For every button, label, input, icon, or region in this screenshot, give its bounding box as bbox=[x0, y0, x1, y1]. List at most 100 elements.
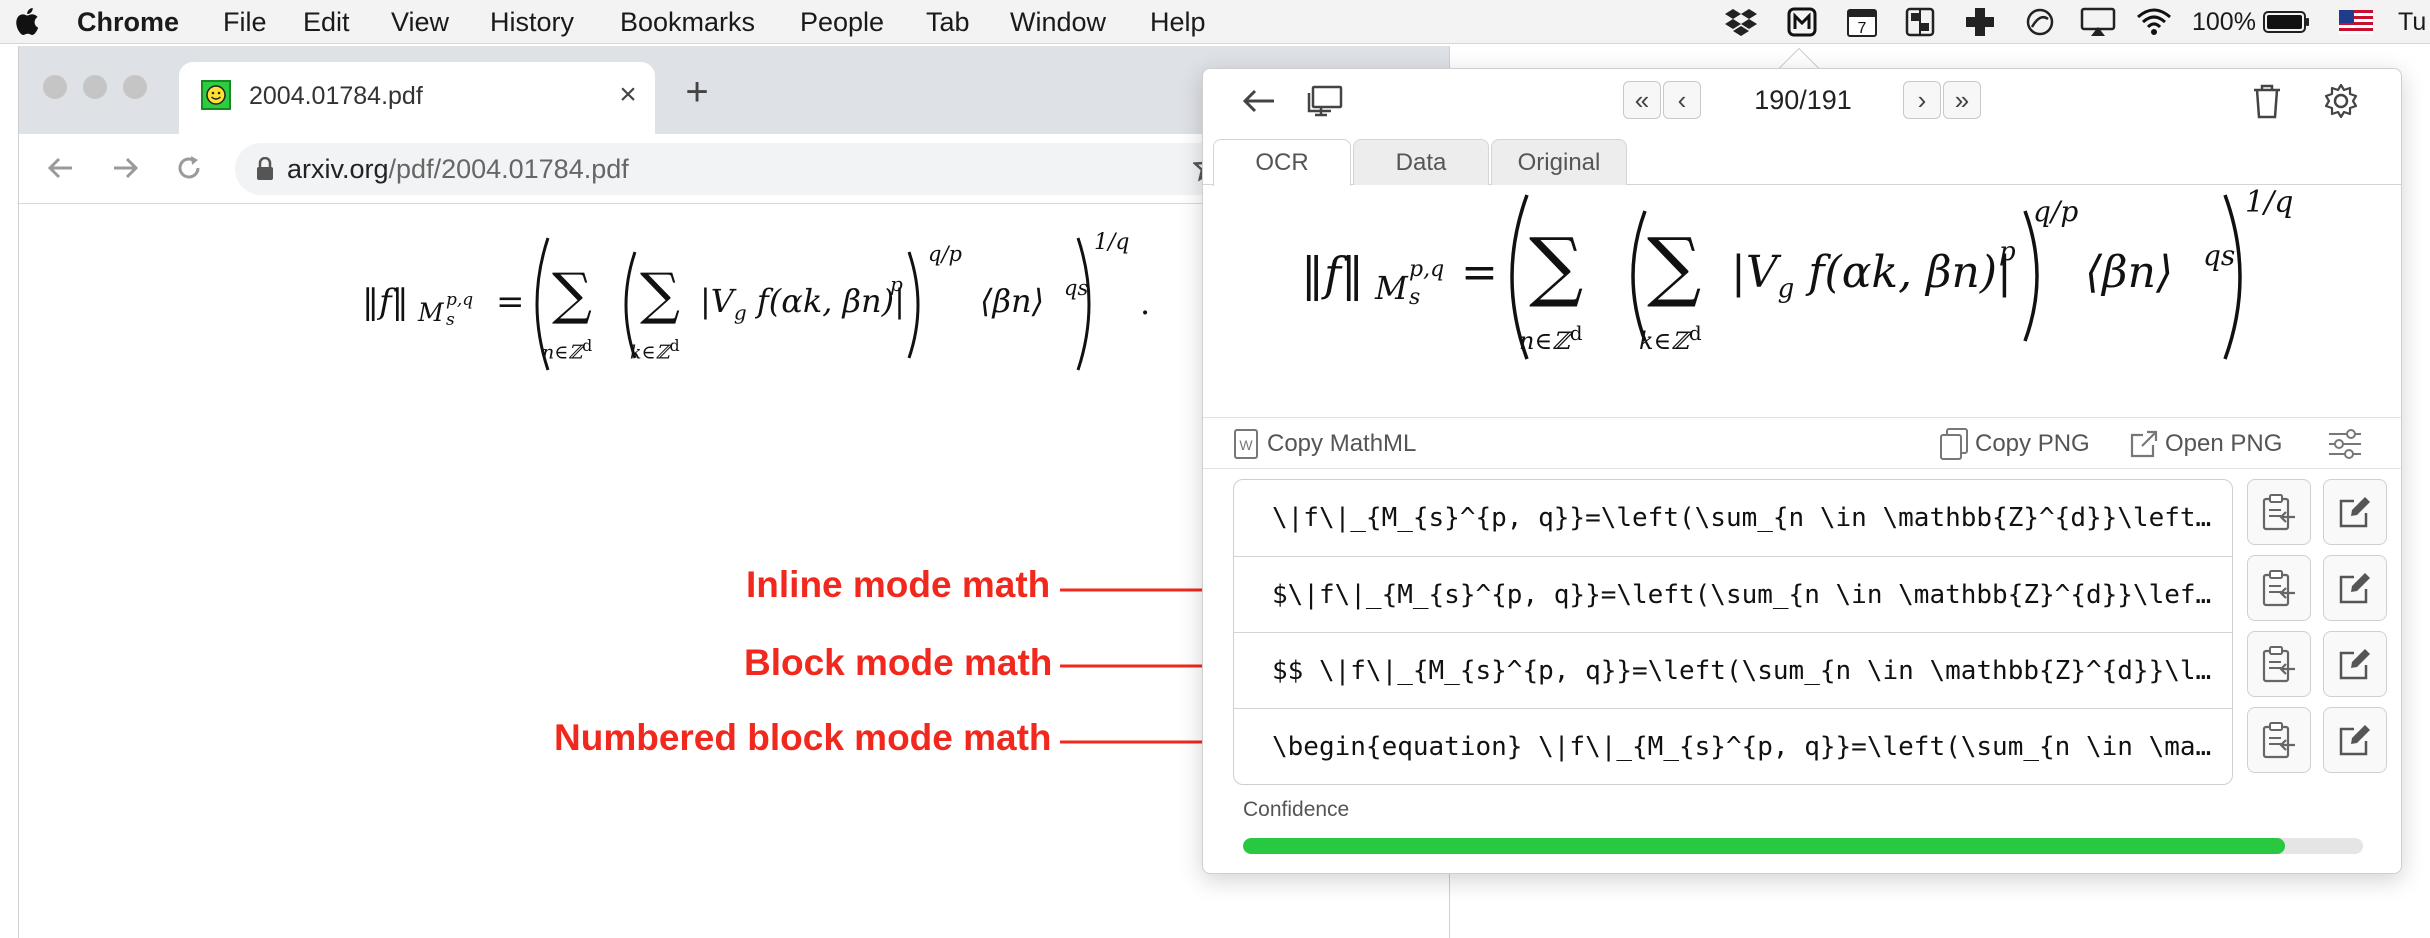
screen-capture-icon[interactable] bbox=[1305, 83, 1345, 119]
menu-bar: Chrome File Edit View History Bookmarks … bbox=[0, 0, 2430, 44]
copy-to-clipboard-button[interactable] bbox=[2247, 631, 2311, 697]
formula-exp-qp: q/p bbox=[928, 242, 962, 266]
annotation-block: Block mode math bbox=[744, 642, 1053, 683]
copy-to-clipboard-button[interactable] bbox=[2247, 479, 2311, 545]
latex-numbered[interactable]: \begin{equation} \|f\|_{M_{s}^{p, q}}=\l… bbox=[1272, 709, 2222, 784]
formula-norm-sup: p,q bbox=[446, 290, 474, 310]
close-tab-icon[interactable]: × bbox=[615, 80, 641, 110]
sliders-icon bbox=[2329, 429, 2361, 459]
mathpix-icon[interactable] bbox=[1782, 0, 1822, 44]
formula-sum-inner-index: k∈ℤd bbox=[630, 336, 680, 364]
copy-png-button[interactable]: Copy PNG bbox=[1939, 418, 2090, 470]
apple-icon[interactable] bbox=[12, 4, 40, 38]
page-counter: 190/191 bbox=[1754, 85, 1852, 115]
menu-user[interactable]: Tu bbox=[2398, 0, 2426, 44]
edit-icon bbox=[2339, 725, 2370, 756]
first-page-button[interactable]: « bbox=[1623, 81, 1661, 119]
latex-inline[interactable]: $\|f\|_{M_{s}^{p, q}}=\left(\sum_{n \in … bbox=[1272, 557, 2222, 633]
copy-mathml-label: Copy MathML bbox=[1267, 430, 1417, 457]
snip-popup: « ‹ 190/191 › » OCR Data Original ‖f‖ M … bbox=[1202, 68, 2402, 874]
battery-icon[interactable] bbox=[2260, 0, 2314, 44]
formula-norm: ‖f‖ bbox=[362, 282, 409, 322]
window-manager-icon[interactable] bbox=[1900, 0, 1940, 44]
result-row-block[interactable]: $$ \|f\|_{M_{s}^{p, q}}=\left(\sum_{n \i… bbox=[1234, 632, 2232, 708]
edit-button[interactable] bbox=[2323, 631, 2387, 697]
dropbox-icon[interactable] bbox=[1722, 0, 1760, 44]
copy-to-clipboard-button[interactable] bbox=[2247, 555, 2311, 621]
edit-button[interactable] bbox=[2323, 555, 2387, 621]
reload-icon[interactable] bbox=[169, 148, 209, 188]
result-row-plain[interactable]: \|f\|_{M_{s}^{p, q}}=\left(\sum_{n \in \… bbox=[1234, 480, 2232, 556]
tab-original[interactable]: Original bbox=[1491, 139, 1627, 185]
svg-text:W: W bbox=[1239, 437, 1253, 453]
formula-period: . bbox=[1140, 284, 1151, 322]
copy-to-clipboard-button[interactable] bbox=[2247, 707, 2311, 773]
next-page-button[interactable]: › bbox=[1903, 81, 1941, 119]
calendar-icon[interactable]: 7 bbox=[1842, 0, 1882, 44]
menu-history[interactable]: History bbox=[490, 0, 574, 44]
close-window-button[interactable] bbox=[43, 75, 67, 99]
formula-body: |Vg f(αk, βn)| bbox=[700, 282, 905, 325]
menu-view[interactable]: View bbox=[391, 0, 449, 44]
tab-title: 2004.01784.pdf bbox=[249, 82, 423, 110]
battery-percent: 100% bbox=[2192, 8, 2256, 36]
external-link-icon bbox=[2130, 430, 2158, 458]
open-png-label: Open PNG bbox=[2165, 430, 2283, 457]
menu-people[interactable]: People bbox=[800, 0, 884, 44]
preview-sum-outer: ∑ bbox=[1529, 221, 1584, 310]
prev-page-button[interactable]: ‹ bbox=[1663, 81, 1701, 119]
menu-app-name[interactable]: Chrome bbox=[77, 0, 179, 44]
sync-icon[interactable] bbox=[2020, 0, 2060, 44]
us-flag-icon[interactable] bbox=[2336, 0, 2376, 44]
edit-button[interactable] bbox=[2323, 479, 2387, 545]
tab-ocr[interactable]: OCR bbox=[1213, 139, 1351, 186]
gear-icon[interactable] bbox=[2321, 81, 2361, 121]
formula-exp-1q: 1/q bbox=[1094, 230, 1130, 255]
preview-exp-qp: q/p bbox=[2033, 195, 2079, 228]
menu-help[interactable]: Help bbox=[1150, 0, 1206, 44]
last-page-button[interactable]: » bbox=[1943, 81, 1981, 119]
sliders-settings-button[interactable] bbox=[2327, 418, 2369, 470]
calendar-day: 7 bbox=[1858, 20, 1867, 37]
latex-block[interactable]: $$ \|f\|_{M_{s}^{p, q}}=\left(\sum_{n \i… bbox=[1272, 633, 2222, 709]
copy-png-label: Copy PNG bbox=[1975, 430, 2090, 457]
preview-beta-n: ⟨βn⟩ bbox=[2085, 247, 2174, 298]
trash-icon[interactable] bbox=[2247, 81, 2287, 121]
preview-norm-subs: s bbox=[1409, 285, 1421, 310]
result-row-inline[interactable]: $\|f\|_{M_{s}^{p, q}}=\left(\sum_{n \in … bbox=[1234, 556, 2232, 632]
annotation-numbered: Numbered block mode math bbox=[554, 717, 1052, 758]
formula-sum-outer-index: n∈ℤd bbox=[542, 336, 593, 364]
minimize-window-button[interactable] bbox=[83, 75, 107, 99]
zoom-window-button[interactable] bbox=[123, 75, 147, 99]
latex-results: \|f\|_{M_{s}^{p, q}}=\left(\sum_{n \in \… bbox=[1233, 479, 2233, 785]
clipboard-icon bbox=[2262, 570, 2295, 607]
copy-mathml-button[interactable]: W Copy MathML bbox=[1233, 418, 1416, 470]
menu-bookmarks[interactable]: Bookmarks bbox=[620, 0, 755, 44]
airplay-icon[interactable] bbox=[2076, 0, 2120, 44]
result-row-numbered[interactable]: \begin{equation} \|f\|_{M_{s}^{p, q}}=\l… bbox=[1234, 708, 2232, 784]
formula-beta-n: ⟨βn⟩ bbox=[980, 282, 1045, 320]
copy-document-icon bbox=[1940, 428, 1968, 460]
back-arrow-icon[interactable] bbox=[41, 148, 81, 188]
menu-tab[interactable]: Tab bbox=[926, 0, 970, 44]
url-text[interactable]: arxiv.org/pdf/2004.01784.pdf bbox=[287, 143, 629, 195]
edit-button[interactable] bbox=[2323, 707, 2387, 773]
back-arrow-icon[interactable] bbox=[1239, 83, 1279, 119]
new-tab-icon[interactable]: + bbox=[679, 72, 715, 112]
forward-arrow-icon[interactable] bbox=[105, 148, 145, 188]
menu-window[interactable]: Window bbox=[1010, 0, 1106, 44]
menu-edit[interactable]: Edit bbox=[303, 0, 350, 44]
menu-file[interactable]: File bbox=[223, 0, 267, 44]
latex-plain[interactable]: \|f\|_{M_{s}^{p, q}}=\left(\sum_{n \in \… bbox=[1272, 480, 2222, 556]
tab-data[interactable]: Data bbox=[1353, 139, 1489, 185]
confidence-bar-fill bbox=[1243, 838, 2285, 854]
word-doc-icon: W bbox=[1234, 429, 1258, 459]
edit-icon bbox=[2339, 573, 2370, 604]
edit-icon bbox=[2339, 497, 2370, 528]
address-bar[interactable]: arxiv.org/pdf/2004.01784.pdf bbox=[235, 143, 1275, 195]
formula-sum-outer: ∑ bbox=[552, 262, 592, 327]
plus-cross-icon[interactable] bbox=[1960, 0, 2000, 44]
browser-tab[interactable]: 2004.01784.pdf × bbox=[179, 62, 655, 134]
wifi-icon[interactable] bbox=[2132, 0, 2176, 44]
open-png-button[interactable]: Open PNG bbox=[2129, 418, 2282, 470]
